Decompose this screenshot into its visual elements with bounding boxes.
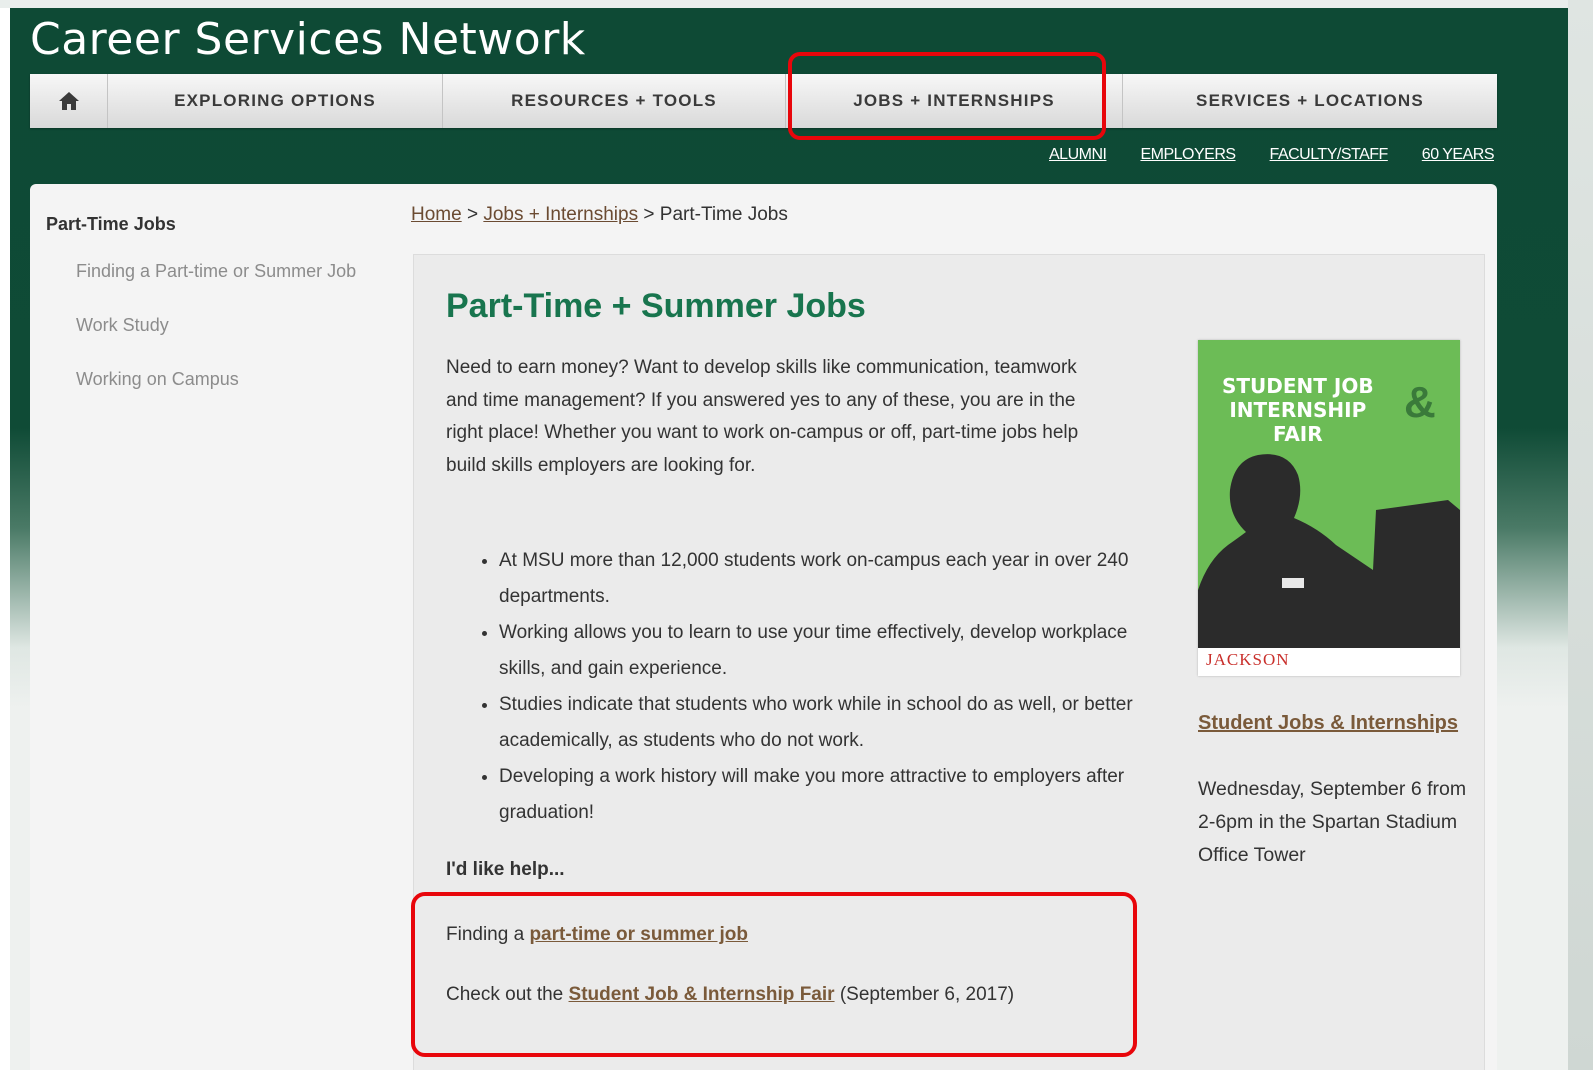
list-item: Studies indicate that students who work … — [499, 687, 1149, 759]
poster-ampersand: & — [1404, 378, 1436, 427]
highlight-box-help — [411, 892, 1137, 1057]
job-fair-poster[interactable]: STUDENT JOB INTERNSHIP FAIR & JACKSON — [1198, 340, 1460, 676]
poster-title-line: INTERNSHIP — [1229, 398, 1367, 422]
benefits-list: At MSU more than 12,000 students work on… — [469, 543, 1149, 831]
nav-exploring-options[interactable]: EXPLORING OPTIONS — [108, 74, 443, 128]
breadcrumb-separator: > — [643, 204, 655, 225]
link-60-years[interactable]: 60 YEARS — [1422, 146, 1495, 164]
link-employers[interactable]: EMPLOYERS — [1140, 146, 1236, 164]
list-item: Working allows you to learn to use your … — [499, 615, 1149, 687]
poster-brand-logo: JACKSON — [1206, 650, 1290, 669]
utility-links: ALUMNI EMPLOYERS FACULTY/STAFF 60 YEARS — [1049, 146, 1495, 164]
intro-paragraph: Need to earn money? Want to develop skil… — [446, 357, 1079, 476]
sidebar-nav: Finding a Part-time or Summer Job Work S… — [76, 256, 366, 418]
sidebar-title: Part-Time Jobs — [46, 214, 176, 234]
poster-title: STUDENT JOB INTERNSHIP FAIR — [1222, 374, 1374, 446]
nav-home[interactable] — [30, 74, 108, 128]
poster-title-line: STUDENT JOB — [1222, 374, 1374, 398]
link-faculty-staff[interactable]: FACULTY/STAFF — [1270, 146, 1389, 164]
site-title[interactable]: Career Services Network — [30, 14, 586, 65]
top-strip — [0, 0, 1593, 8]
breadcrumb: Home > Jobs + Internships > Part-Time Jo… — [411, 204, 788, 226]
nav-services-locations[interactable]: SERVICES + LOCATIONS — [1123, 74, 1497, 128]
breadcrumb-current: Part-Time Jobs — [659, 204, 788, 225]
link-alumni[interactable]: ALUMNI — [1049, 146, 1107, 164]
sidebar-item-work-study[interactable]: Work Study — [76, 310, 366, 341]
event-link[interactable]: Student Jobs & Internships — [1198, 707, 1478, 739]
list-item: Developing a work history will make you … — [499, 759, 1149, 831]
sidebar-item-working-on-campus[interactable]: Working on Campus — [76, 364, 366, 395]
sidebar-item-finding-job[interactable]: Finding a Part-time or Summer Job — [76, 256, 366, 287]
nav-resources-tools[interactable]: RESOURCES + TOOLS — [443, 74, 786, 128]
page-title: Part-Time + Summer Jobs — [446, 287, 866, 325]
main-nav: EXPLORING OPTIONS RESOURCES + TOOLS JOBS… — [30, 74, 1497, 128]
breadcrumb-home[interactable]: Home — [411, 204, 462, 225]
highlight-box-nav — [788, 52, 1106, 140]
poster-title-line: FAIR — [1272, 422, 1323, 446]
window-edge — [1568, 0, 1593, 1070]
help-heading: I'd like help... — [446, 859, 565, 880]
breadcrumb-jobs-internships[interactable]: Jobs + Internships — [483, 204, 638, 225]
home-icon — [58, 92, 79, 110]
breadcrumb-separator: > — [466, 204, 479, 225]
event-details: Wednesday, September 6 from 2-6pm in the… — [1198, 778, 1467, 866]
list-item: At MSU more than 12,000 students work on… — [499, 543, 1149, 615]
silhouette-image — [1198, 454, 1460, 648]
